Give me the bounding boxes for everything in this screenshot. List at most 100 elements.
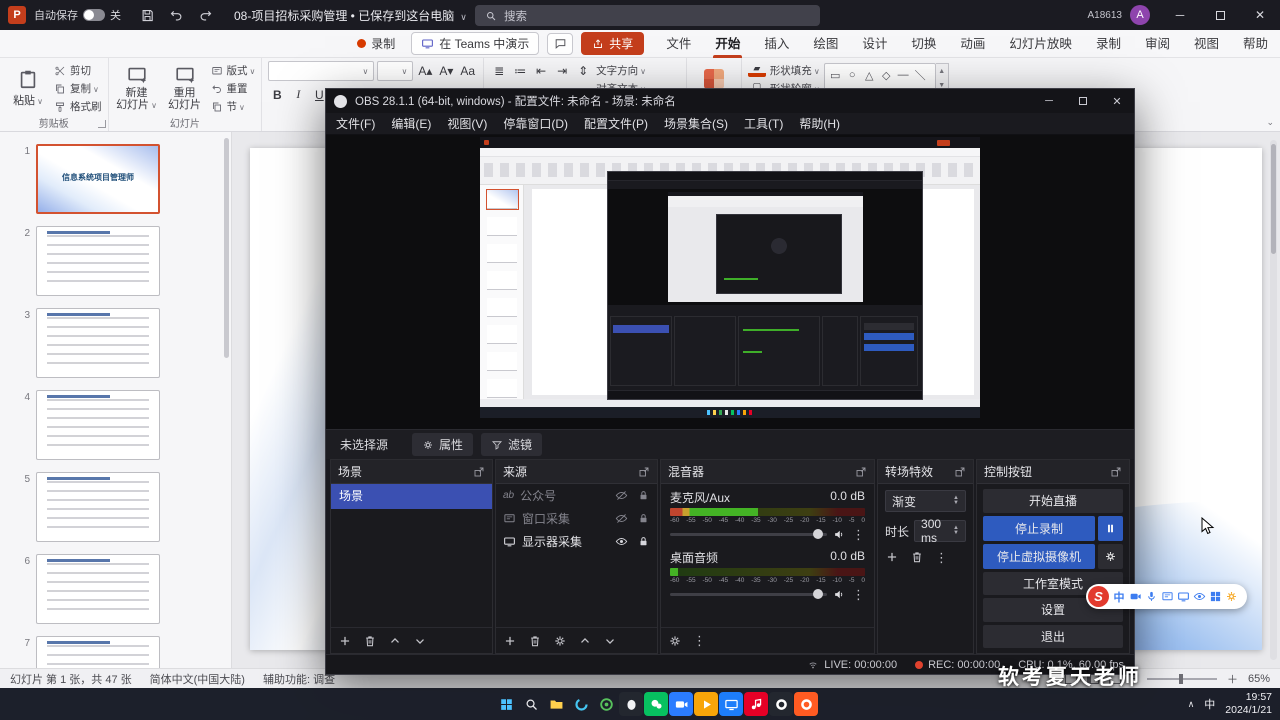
obs-menu-item[interactable]: 场景集合(S) [664, 115, 728, 132]
transition-options-icon[interactable]: ⋮ [935, 551, 948, 564]
add-transition-icon[interactable] [885, 550, 899, 564]
scene-list-item[interactable]: 场景 [331, 484, 492, 509]
volume-slider-knob[interactable] [812, 529, 823, 539]
toolbar-logo-icon[interactable]: S [1088, 586, 1109, 607]
numbering-icon[interactable]: ≔ [511, 61, 529, 80]
potplayer[interactable] [694, 692, 718, 716]
ribbon-tab[interactable]: 绘图 [801, 30, 850, 58]
slide-thumbnail[interactable]: 5 [18, 472, 221, 542]
cctalk[interactable] [794, 692, 818, 716]
dialog-launcher-icon[interactable] [97, 120, 106, 128]
grid-icon[interactable] [1207, 588, 1223, 606]
obs-maximize-button[interactable] [1066, 89, 1100, 113]
volume-slider[interactable] [670, 529, 827, 539]
change-case-icon[interactable]: Aa [458, 62, 477, 81]
ribbon-tab[interactable]: 插入 [752, 30, 801, 58]
increase-indent-icon[interactable]: ⇥ [553, 61, 571, 80]
avatar[interactable]: A [1130, 5, 1150, 25]
qq[interactable] [619, 692, 643, 716]
obs-menu-item[interactable]: 停靠窗口(D) [503, 115, 568, 132]
font-name-combobox[interactable]: ∨ [268, 61, 375, 81]
zoom-level[interactable]: 65% [1248, 673, 1270, 685]
wechat[interactable] [644, 692, 668, 716]
shape-icon[interactable]: ＼ [912, 65, 929, 85]
document-title[interactable]: 08-项目招标采购管理 • 已保存到这台电脑 [234, 7, 467, 24]
line-spacing-icon[interactable]: ⇕ [574, 61, 592, 80]
start-streaming-button[interactable]: 开始直播 [983, 489, 1123, 513]
paste-button[interactable]: 粘贴 [6, 61, 50, 115]
undo-icon[interactable] [169, 8, 184, 23]
close-button[interactable]: ✕ [1240, 0, 1280, 30]
start-button[interactable] [494, 692, 518, 716]
zoom-in-icon[interactable]: ＋ [1227, 671, 1238, 687]
shape-icon[interactable]: △ [861, 65, 878, 85]
ime-indicator[interactable]: 中 [1204, 696, 1215, 712]
remove-transition-icon[interactable] [910, 550, 924, 564]
obs-menu-item[interactable]: 工具(T) [744, 115, 783, 132]
bullets-icon[interactable]: ≣ [490, 61, 508, 80]
ribbon-tab[interactable]: 切换 [899, 30, 948, 58]
eye-icon[interactable] [1191, 588, 1207, 606]
ribbon-tab[interactable]: 设计 [850, 30, 899, 58]
visibility-eye-icon[interactable] [615, 489, 628, 502]
tray-expand-icon[interactable]: ∧ [1188, 699, 1195, 710]
obs-menu-item[interactable]: 配置文件(P) [584, 115, 648, 132]
move-scene-down-icon[interactable] [413, 634, 427, 648]
properties-button[interactable]: 属性 [412, 433, 474, 456]
stop-recording-button[interactable]: 停止录制 [983, 515, 1095, 541]
source-list-item[interactable]: 窗口采集 [496, 507, 657, 530]
canvas-scrollbar[interactable] [1270, 140, 1277, 660]
shape-fill-button[interactable]: ▰ 形状填充 [747, 63, 820, 78]
obs-preview-capture[interactable] [480, 137, 980, 418]
virtual-camera-config-button[interactable] [1098, 543, 1123, 569]
source-list-item[interactable]: ab 公众号 [496, 484, 657, 507]
search-input[interactable]: 搜索 [475, 5, 820, 26]
zoom-slider[interactable] [1146, 673, 1217, 684]
shape-icon[interactable]: ▭ [827, 65, 844, 85]
minimize-button[interactable]: ─ [1160, 0, 1200, 30]
move-source-up-icon[interactable] [578, 634, 592, 648]
cut-button[interactable]: 剪切 [54, 63, 102, 78]
maximize-button[interactable] [1200, 0, 1240, 30]
exit-button[interactable]: 退出 [983, 624, 1123, 648]
font-size-combobox[interactable]: ∨ [377, 61, 414, 81]
slide-thumbnail[interactable]: 1 信息系统项目管理师 [18, 144, 221, 214]
italic-button[interactable]: I [289, 85, 307, 104]
obs-menu-item[interactable]: 视图(V) [447, 115, 487, 132]
move-scene-up-icon[interactable] [388, 634, 402, 648]
edge-browser[interactable] [569, 692, 593, 716]
lock-icon[interactable] [637, 512, 650, 525]
volume-slider-knob[interactable] [812, 589, 823, 599]
channel-options-icon[interactable]: ⋮ [852, 528, 865, 541]
reuse-slides-button[interactable]: 重用 幻灯片 [163, 61, 207, 115]
tencent-meeting[interactable] [669, 692, 693, 716]
language-indicator[interactable]: 简体中文(中国大陆) [150, 671, 245, 687]
present-in-teams-button[interactable]: 在 Teams 中演示 [411, 32, 540, 55]
obs-close-button[interactable]: ✕ [1100, 89, 1134, 113]
popout-icon[interactable] [1110, 466, 1122, 478]
ribbon-tab[interactable]: 视图 [1182, 30, 1231, 58]
netease-music[interactable] [744, 692, 768, 716]
redo-icon[interactable] [198, 8, 213, 23]
ribbon-tab[interactable]: 开始 [703, 30, 752, 58]
obs-preview-area[interactable] [326, 135, 1134, 429]
shape-icon[interactable]: ◇ [878, 65, 895, 85]
ribbon-tab[interactable]: 文件 [654, 30, 703, 58]
record-button[interactable]: 录制 [349, 33, 403, 54]
channel-options-icon[interactable]: ⋮ [852, 588, 865, 601]
tencent-video[interactable] [719, 692, 743, 716]
mic-icon[interactable] [1143, 588, 1159, 606]
section-button[interactable]: 节 [211, 99, 256, 114]
move-source-down-icon[interactable] [603, 634, 617, 648]
popout-icon[interactable] [638, 466, 650, 478]
add-source-icon[interactable] [503, 634, 517, 648]
obs-menu-item[interactable]: 文件(F) [336, 115, 375, 132]
autosave-toggle[interactable]: 自动保存 关 [34, 7, 121, 23]
slide-thumbnail[interactable]: 4 [18, 390, 221, 460]
increase-font-icon[interactable]: A▴ [416, 62, 434, 81]
ribbon-tab[interactable]: 录制 [1084, 30, 1133, 58]
popout-icon[interactable] [855, 466, 867, 478]
text-direction-button[interactable]: 文字方向 [596, 63, 680, 78]
ribbon-tab[interactable]: 动画 [948, 30, 997, 58]
visibility-eye-icon[interactable] [615, 512, 628, 525]
